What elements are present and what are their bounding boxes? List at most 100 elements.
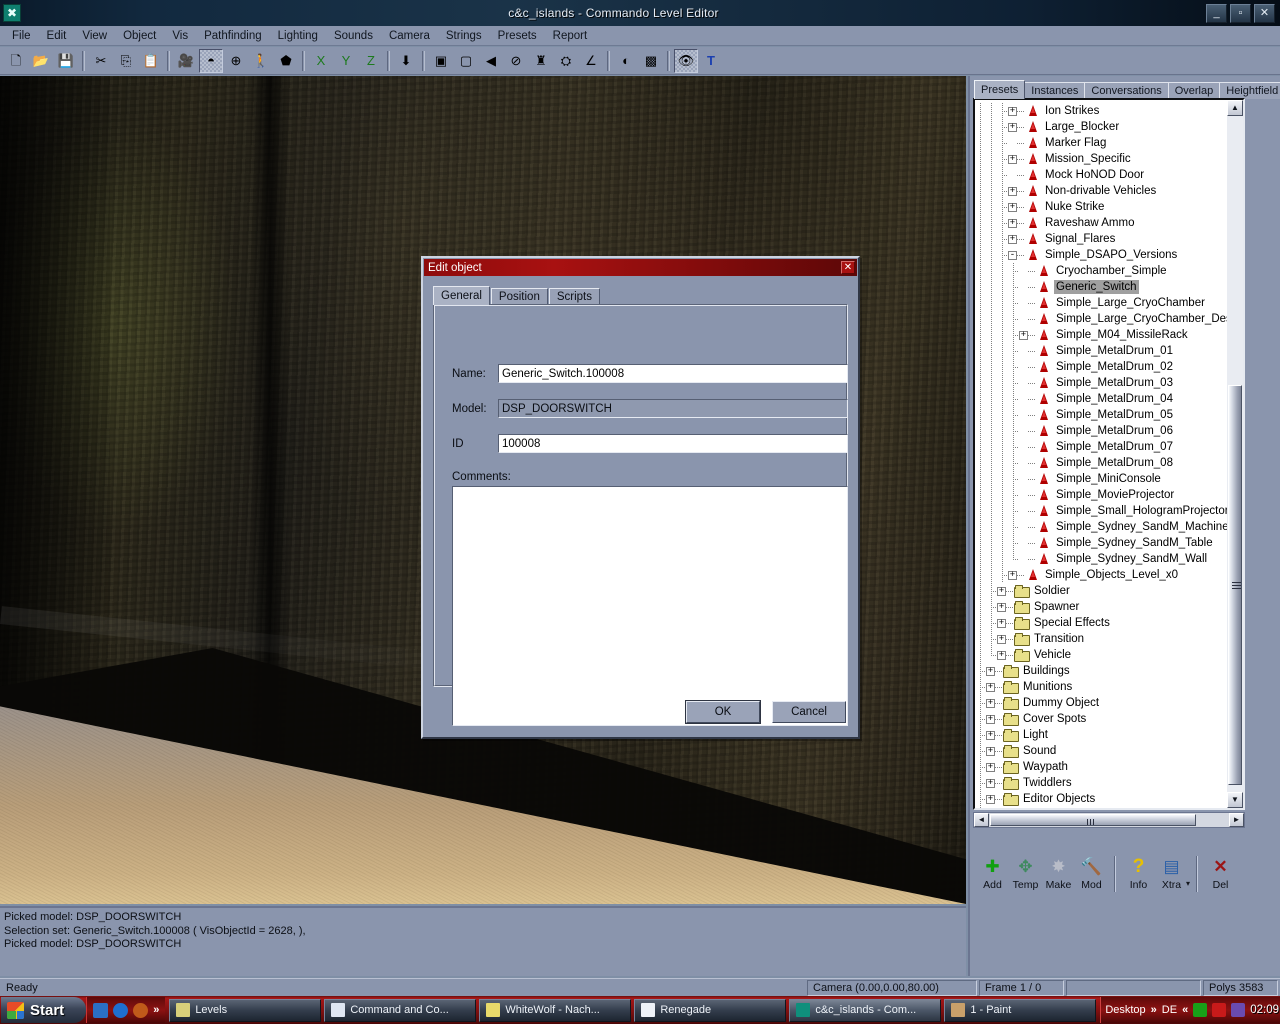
tray-shield-icon[interactable]	[1193, 1003, 1207, 1017]
internet-explorer-icon[interactable]	[113, 1003, 128, 1018]
tree-expand-icon[interactable]: +	[986, 667, 995, 676]
tree-item[interactable]: Simple_Large_CryoChamber_Destr	[975, 311, 1243, 327]
tree-expand-icon[interactable]: +	[986, 763, 995, 772]
tree-item[interactable]: +Waypath	[975, 759, 1243, 775]
tree-item[interactable]: +Global Settings	[975, 807, 1243, 810]
action-add-button[interactable]: ✚Add	[976, 854, 1009, 891]
tab-overlap[interactable]: Overlap	[1168, 82, 1221, 99]
dialog-tab-position[interactable]: Position	[491, 288, 548, 305]
tree-item[interactable]: +Simple_Objects_Level_x0	[975, 567, 1243, 583]
tree-item[interactable]: +Non-drivable Vehicles	[975, 183, 1243, 199]
tree-expand-icon[interactable]: +	[986, 795, 995, 804]
edit-object-dialog[interactable]: Edit object ✕ GeneralPositionScripts Nam…	[421, 256, 860, 739]
tree-scroll-left-button[interactable]: ◄	[974, 813, 989, 827]
menu-camera[interactable]: Camera	[381, 28, 438, 44]
vis-sector-icon[interactable]: ⛭	[554, 49, 578, 73]
xtra-dropdown-caret[interactable]: ▾	[1186, 867, 1190, 888]
tree-item[interactable]: +Nuke Strike	[975, 199, 1243, 215]
copy-icon[interactable]: ⎘	[114, 49, 138, 73]
tree-expand-icon[interactable]: +	[997, 619, 1006, 628]
teardrop-icon[interactable]: ◓	[199, 49, 223, 73]
cut-scissors-icon[interactable]: ✂	[89, 49, 113, 73]
tree-item[interactable]: Simple_MetalDrum_01	[975, 343, 1243, 359]
menu-strings[interactable]: Strings	[438, 28, 490, 44]
tree-expand-icon[interactable]: +	[986, 683, 995, 692]
tray-network-icon[interactable]	[1231, 1003, 1245, 1017]
tree-item[interactable]: +Raveshaw Ammo	[975, 215, 1243, 231]
taskbar-item[interactable]: c&c_islands - Com...	[789, 999, 941, 1022]
tree-scroll-up-button[interactable]: ▲	[1227, 100, 1243, 116]
tree-item[interactable]: Simple_MetalDrum_08	[975, 455, 1243, 471]
tree-collapse-icon[interactable]: -	[1008, 251, 1017, 260]
menu-presets[interactable]: Presets	[490, 28, 545, 44]
tree-expand-icon[interactable]: +	[986, 779, 995, 788]
action-make-button[interactable]: ✸Make	[1042, 854, 1075, 891]
tree-item[interactable]: Simple_MovieProjector	[975, 487, 1243, 503]
tree-item[interactable]: +Transition	[975, 631, 1243, 647]
open-folder-icon[interactable]: 📂	[29, 49, 53, 73]
menu-object[interactable]: Object	[115, 28, 164, 44]
no-vis-icon[interactable]: ⊘	[504, 49, 528, 73]
vis-eye-icon[interactable]: ◀	[479, 49, 503, 73]
tree-item[interactable]: +Special Effects	[975, 615, 1243, 631]
color-blocks-icon[interactable]: ▩	[639, 49, 663, 73]
menu-report[interactable]: Report	[545, 28, 596, 44]
tree-item[interactable]: Simple_Sydney_SandM_Table	[975, 535, 1243, 551]
menu-edit[interactable]: Edit	[39, 28, 75, 44]
action-mod-button[interactable]: 🔨Mod	[1075, 854, 1108, 891]
tree-item[interactable]: +Dummy Object	[975, 695, 1243, 711]
tree-item[interactable]: +Buildings	[975, 663, 1243, 679]
tree-item[interactable]: -Simple_DSAPO_Versions	[975, 247, 1243, 263]
preset-tree[interactable]: +Ion Strikes+Large_BlockerMarker Flag+Mi…	[973, 98, 1245, 810]
axis-y-icon[interactable]: Y	[334, 49, 358, 73]
start-button[interactable]: Start	[1, 997, 86, 1023]
comments-textarea[interactable]	[452, 486, 848, 726]
maximize-button[interactable]: ▫	[1230, 4, 1251, 23]
tree-item[interactable]: Simple_MetalDrum_05	[975, 407, 1243, 423]
action-xtra-button[interactable]: ▤Xtra	[1155, 854, 1188, 891]
tree-scroll-down-button[interactable]: ▼	[1227, 792, 1243, 808]
tree-expand-icon[interactable]: +	[986, 715, 995, 724]
action-temp-button[interactable]: ✥Temp	[1009, 854, 1042, 891]
tree-item[interactable]: +Munitions	[975, 679, 1243, 695]
camera-icon[interactable]: 🎥	[174, 49, 198, 73]
tree-expand-icon[interactable]: +	[1019, 331, 1028, 340]
clock[interactable]: 02:09	[1250, 1004, 1279, 1016]
dialog-close-button[interactable]: ✕	[841, 261, 855, 274]
tree-expand-icon[interactable]: +	[1008, 123, 1017, 132]
tree-expand-icon[interactable]: +	[997, 635, 1006, 644]
tree-expand-icon[interactable]: +	[1008, 235, 1017, 244]
tree-item[interactable]: +Simple_M04_MissileRack	[975, 327, 1243, 343]
language-indicator[interactable]: DE	[1162, 1004, 1177, 1016]
tree-item[interactable]: +Twiddlers	[975, 775, 1243, 791]
taskbar-item[interactable]: 1 - Paint	[944, 999, 1096, 1022]
taskbar-item[interactable]: Renegade	[634, 999, 786, 1022]
tree-horizontal-scrollbar[interactable]: ◄ ►	[973, 812, 1245, 828]
menu-file[interactable]: File	[4, 28, 39, 44]
minimize-button[interactable]: _	[1206, 4, 1227, 23]
tree-item[interactable]: Mock HoNOD Door	[975, 167, 1243, 183]
tree-expand-icon[interactable]: +	[997, 603, 1006, 612]
menu-vis[interactable]: Vis	[164, 28, 196, 44]
tree-item[interactable]: +Light	[975, 727, 1243, 743]
tab-heightfield[interactable]: Heightfield	[1219, 82, 1280, 99]
desktop-toolbar-label[interactable]: Desktop	[1105, 1004, 1145, 1016]
tree-vertical-scrollbar[interactable]: ▲ ▼	[1227, 100, 1243, 808]
outlook-icon[interactable]	[93, 1003, 108, 1018]
tree-scroll-right-button[interactable]: ►	[1229, 813, 1244, 827]
media-player-icon[interactable]	[133, 1003, 148, 1018]
tree-item[interactable]: Simple_MetalDrum_03	[975, 375, 1243, 391]
taskbar-item[interactable]: Levels	[169, 999, 321, 1022]
eye-toggle-icon[interactable]: 👁	[674, 49, 698, 73]
tree-item[interactable]: Cryochamber_Simple	[975, 263, 1243, 279]
tree-item[interactable]: Simple_Sydney_SandM_Machine	[975, 519, 1243, 535]
walk-mode-icon[interactable]: 🚶	[249, 49, 273, 73]
angle-icon[interactable]: ∠	[579, 49, 603, 73]
tree-item[interactable]: Simple_Sydney_SandM_Wall	[975, 551, 1243, 567]
desktop-chevron[interactable]: »	[1151, 1004, 1157, 1016]
dialog-tab-scripts[interactable]: Scripts	[549, 288, 600, 305]
tree-item[interactable]: Simple_MiniConsole	[975, 471, 1243, 487]
tree-item[interactable]: Marker Flag	[975, 135, 1243, 151]
tree-item[interactable]: +Signal_Flares	[975, 231, 1243, 247]
drop-to-ground-icon[interactable]: ⬇	[394, 49, 418, 73]
